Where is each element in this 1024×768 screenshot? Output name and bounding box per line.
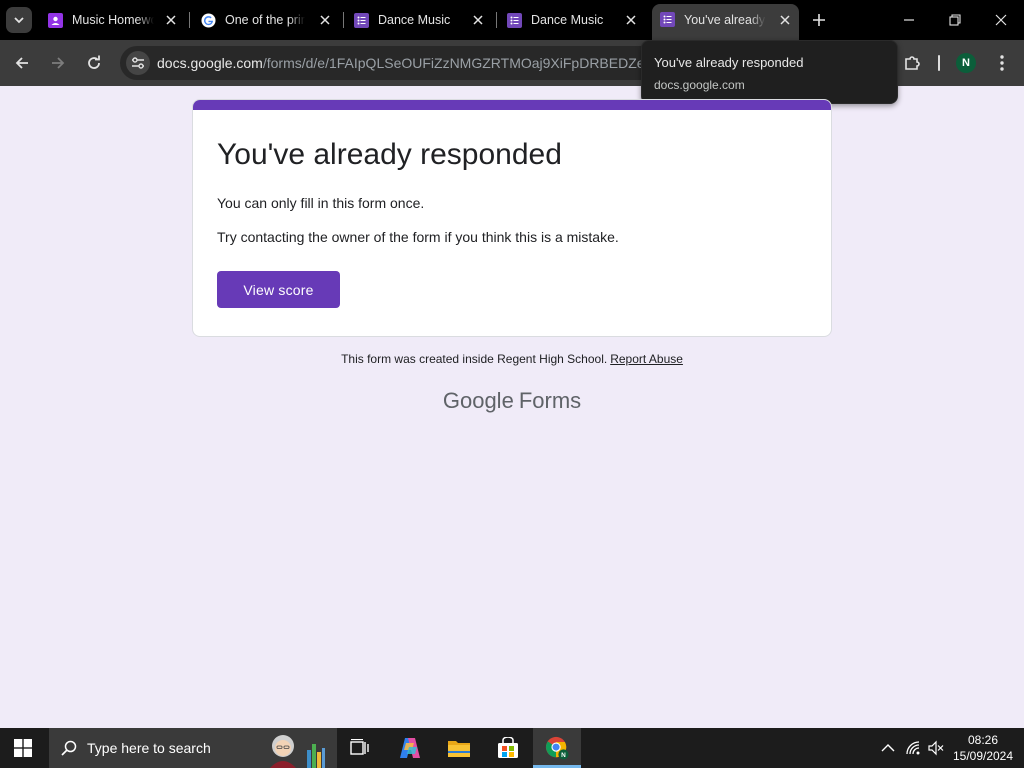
close-icon[interactable] — [472, 14, 484, 26]
chevron-up-icon[interactable] — [880, 740, 896, 756]
chrome-icon: N — [545, 736, 569, 760]
tab-separator — [189, 12, 190, 28]
forward-button[interactable] — [46, 51, 70, 75]
tab-title: One of the primary — [225, 13, 305, 27]
clock-time: 08:26 — [967, 733, 999, 747]
tab-hover-card: You've already responded docs.google.com — [641, 40, 898, 104]
windows-taskbar: Type here to search N 08:26 15/09/2024 — [0, 728, 1024, 768]
restore-icon — [949, 14, 961, 26]
close-icon[interactable] — [165, 14, 177, 26]
puzzle-icon — [905, 56, 920, 70]
tab-already-responded[interactable]: You've already responded — [652, 4, 799, 40]
forms-icon — [354, 13, 369, 28]
arrow-left-icon — [15, 57, 28, 69]
logo-forms-text: Forms — [518, 388, 582, 413]
response-card: You've already responded You can only fi… — [192, 99, 832, 337]
hover-card-title: You've already responded — [654, 55, 804, 70]
close-icon — [995, 14, 1007, 26]
tab-music-homework[interactable]: Music Homework — [40, 4, 185, 36]
reload-icon — [88, 55, 100, 69]
extensions-button[interactable] — [900, 51, 924, 75]
minimize-button[interactable] — [897, 8, 921, 32]
windows-start-icon[interactable] — [14, 739, 32, 757]
tab-title: Dance Music — [531, 13, 604, 27]
file-explorer-icon — [448, 741, 470, 757]
close-icon[interactable] — [319, 14, 331, 26]
url-path: /forms/d/e/1FAIpQLSeOUFiZzNMGZRTMOaj9XiF… — [262, 55, 647, 71]
url-host: docs.google.com — [157, 55, 263, 71]
back-button[interactable] — [10, 51, 34, 75]
tab-separator — [343, 12, 344, 28]
task-view-button[interactable] — [348, 736, 372, 760]
once-message: You can only fill in this form once. — [217, 195, 425, 211]
footer-text: This form was created inside Regent High… — [341, 352, 608, 366]
tab-separator — [496, 12, 497, 28]
microsoft-store-button[interactable] — [496, 736, 520, 760]
tune-icon — [132, 57, 144, 69]
tab-dance-music-1[interactable]: Dance Music — [346, 4, 492, 36]
tab-strip: Music Homework One of the primary Dance … — [0, 0, 1024, 40]
report-abuse-link[interactable]: Report Abuse — [610, 352, 683, 366]
network-icon[interactable] — [905, 740, 921, 756]
classroom-icon — [48, 13, 63, 28]
tab-title: Music Homework — [72, 13, 154, 27]
hover-card-host: docs.google.com — [654, 78, 745, 92]
clock-date: 15/09/2024 — [952, 749, 1014, 763]
chrome-menu-button[interactable] — [992, 51, 1012, 75]
chevron-down-icon — [14, 17, 24, 24]
search-placeholder: Type here to search — [87, 740, 211, 756]
more-vert-icon — [1000, 55, 1004, 71]
system-clock[interactable]: 08:26 15/09/2024 — [950, 732, 1016, 764]
profile-avatar[interactable]: N — [956, 53, 976, 73]
forms-icon — [507, 13, 522, 28]
plus-icon — [813, 14, 825, 26]
tab-search-button[interactable] — [6, 7, 32, 33]
task-view-icon — [350, 739, 369, 755]
minimize-icon — [904, 19, 914, 21]
close-icon[interactable] — [625, 14, 637, 26]
speaker-muted-icon[interactable] — [928, 740, 944, 756]
toolbar-separator — [938, 55, 940, 71]
tab-title: You've already responded — [684, 13, 766, 27]
search-icon — [61, 740, 77, 756]
copilot-icon — [400, 738, 420, 758]
logo-google-text: Google — [442, 388, 514, 413]
reload-button[interactable] — [82, 51, 106, 75]
close-window-button[interactable] — [989, 8, 1013, 32]
file-explorer-button[interactable] — [447, 736, 471, 760]
google-icon — [201, 13, 216, 28]
form-footer: This form was created inside Regent High… — [0, 352, 1024, 366]
contact-owner-message: Try contacting the owner of the form if … — [217, 229, 619, 245]
tab-one-of-the-primary[interactable]: One of the primary — [193, 4, 339, 36]
url-text: docs.google.com/forms/d/e/1FAIpQLSeOUFiZ… — [157, 55, 647, 71]
card-accent-bar — [193, 100, 831, 110]
tab-dance-music-2[interactable]: Dance Music — [499, 4, 645, 36]
google-forms-logo[interactable]: Google Forms — [0, 388, 1024, 414]
close-icon[interactable] — [779, 14, 791, 26]
store-icon — [498, 737, 518, 758]
tab-title: Dance Music — [378, 13, 451, 27]
site-info-button[interactable] — [126, 51, 150, 75]
chrome-taskbar-button[interactable]: N — [545, 736, 569, 760]
view-score-button[interactable]: View score — [217, 271, 340, 308]
search-highlight-illustration-icon — [270, 735, 325, 768]
arrow-right-icon — [52, 57, 65, 69]
forms-icon — [660, 12, 675, 27]
restore-button[interactable] — [943, 8, 967, 32]
copilot-button[interactable] — [398, 736, 422, 760]
taskbar-search-box[interactable]: Type here to search — [49, 728, 337, 768]
page-title: You've already responded — [217, 138, 562, 171]
new-tab-button[interactable] — [807, 8, 831, 32]
svg-text:N: N — [561, 752, 566, 759]
